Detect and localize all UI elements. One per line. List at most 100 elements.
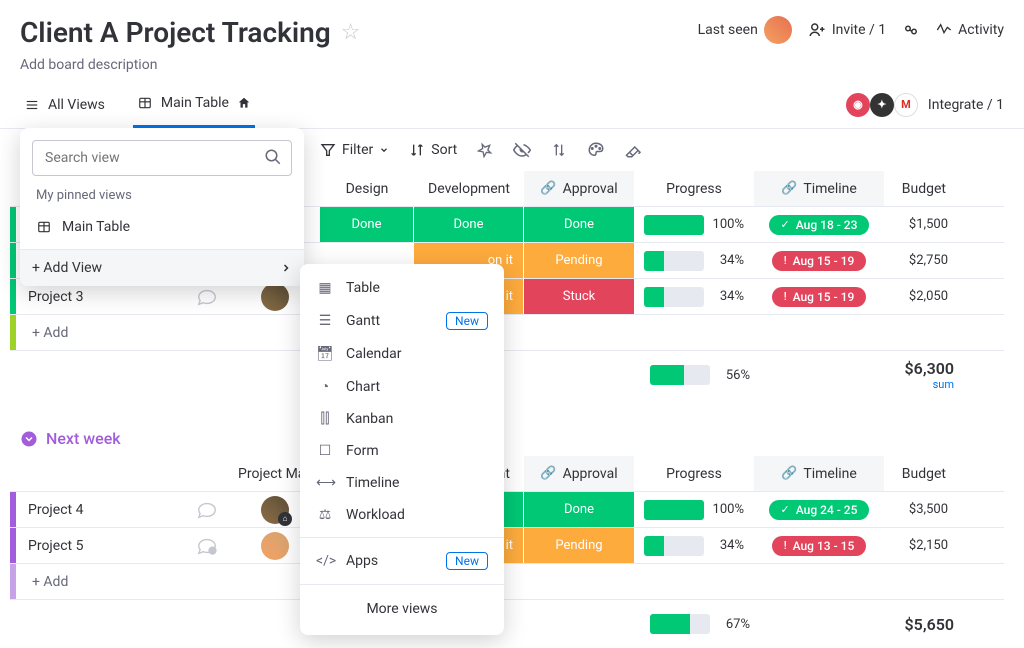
view-option-table[interactable]: ▦ Table <box>300 272 504 304</box>
approval-cell[interactable]: Done <box>524 207 634 242</box>
view-option-apps[interactable]: </> Apps New <box>300 544 504 578</box>
gmail-icon: M <box>894 93 918 117</box>
add-view-menu: ▦ Table ☰ Gantt New 📅︎ Calendar ◔ Chart … <box>300 264 504 635</box>
group-header[interactable]: Next week <box>20 429 1004 448</box>
table-row[interactable]: Project 4 ⌂ Done 100% ✓Aug 24 - 25 $3,50… <box>10 492 1004 528</box>
view-option-workload[interactable]: ⚖ Workload <box>300 499 504 531</box>
sort-button[interactable]: Sort <box>409 142 457 158</box>
chat-icon[interactable]: 1 <box>196 535 218 557</box>
sort-label: Sort <box>431 142 457 158</box>
col-budget[interactable]: Budget <box>884 466 954 482</box>
chat-icon[interactable] <box>196 286 218 308</box>
progress-cell[interactable]: 34% <box>634 536 754 556</box>
star-icon[interactable]: ☆ <box>341 20 361 45</box>
all-views-label: All Views <box>48 97 105 113</box>
timeline-cell[interactable]: !Aug 15 - 19 <box>754 287 884 307</box>
budget-cell[interactable]: $3,500 <box>884 502 954 517</box>
pinned-view-item[interactable]: Main Table <box>32 211 292 243</box>
project-name[interactable]: Project 5 <box>28 538 83 554</box>
timeline-cell[interactable]: ✓Aug 18 - 23 <box>754 215 884 235</box>
activity-button[interactable]: Activity <box>936 22 1004 38</box>
col-design[interactable]: Design <box>320 181 414 197</box>
add-item-row[interactable]: + Add <box>10 315 1004 351</box>
summary-progress: 56% <box>640 365 760 385</box>
col-progress[interactable]: Progress <box>634 466 754 482</box>
menu-separator <box>300 537 504 538</box>
home-badge-icon: ⌂ <box>278 512 292 526</box>
filter-label: Filter <box>342 142 373 158</box>
form-icon: ☐ <box>316 443 334 459</box>
invite-label: Invite / 1 <box>832 22 886 38</box>
automations-icon[interactable] <box>902 21 920 39</box>
view-option-form[interactable]: ☐ Form <box>300 435 504 467</box>
budget-cell[interactable]: $2,150 <box>884 538 954 553</box>
approval-cell[interactable]: Stuck <box>524 279 634 314</box>
add-item-row[interactable]: + Add <box>10 564 1004 600</box>
col-timeline[interactable]: 🔗 Timeline <box>754 171 884 206</box>
approval-cell[interactable]: Pending <box>524 243 634 278</box>
code-icon: </> <box>316 553 334 569</box>
board-description[interactable]: Add board description <box>20 57 360 73</box>
col-development[interactable]: Development <box>414 181 524 197</box>
group-name: Next week <box>46 429 121 448</box>
table-icon: ▦ <box>316 280 334 296</box>
menu-separator <box>300 584 504 585</box>
integration-badges[interactable]: ◉ ✦ M <box>846 93 918 117</box>
view-option-gantt[interactable]: ☰ Gantt New <box>300 304 504 338</box>
col-progress[interactable]: Progress <box>634 181 754 197</box>
project-name[interactable]: Project 3 <box>28 289 83 305</box>
table-row[interactable]: Project 5 1 on it Pending 34% !Aug 13 - … <box>10 528 1004 564</box>
col-budget[interactable]: Budget <box>884 181 954 197</box>
activity-label: Activity <box>958 22 1004 38</box>
view-option-kanban[interactable]: ⫿⫿ Kanban <box>300 403 504 435</box>
integrate-label[interactable]: Integrate / 1 <box>928 97 1004 113</box>
approval-cell[interactable]: Done <box>524 492 634 527</box>
add-view-button[interactable]: + Add View <box>20 249 304 286</box>
add-item-label: + Add <box>16 574 68 590</box>
more-views-button[interactable]: More views <box>300 591 504 627</box>
timeline-icon: ⟷ <box>316 475 334 491</box>
col-timeline[interactable]: 🔗 Timeline <box>754 456 884 491</box>
hide-icon[interactable] <box>513 141 531 159</box>
color-icon[interactable] <box>587 141 605 159</box>
view-option-chart[interactable]: ◔ Chart <box>300 370 504 403</box>
eraser-icon[interactable] <box>625 141 643 159</box>
main-table-label: Main Table <box>161 95 229 111</box>
status-cell[interactable]: Done <box>414 207 524 242</box>
status-cell[interactable]: Done <box>320 207 414 242</box>
check-icon: ✓ <box>781 503 790 516</box>
filter-button[interactable]: Filter <box>320 142 389 158</box>
progress-cell[interactable]: 34% <box>634 287 754 307</box>
timeline-cell[interactable]: !Aug 15 - 19 <box>754 251 884 271</box>
invite-button[interactable]: Invite / 1 <box>808 21 886 39</box>
budget-cell[interactable]: $2,050 <box>884 289 954 304</box>
last-seen-button[interactable]: Last seen <box>698 16 792 44</box>
integration-icon-2: ✦ <box>870 93 894 117</box>
board-header: Client A Project Tracking ☆ Add board de… <box>0 0 1024 81</box>
budget-cell[interactable]: $2,750 <box>884 253 954 268</box>
column-headers: Project Ma ment 🔗 Approval Progress 🔗 Ti… <box>10 456 1004 492</box>
pin-icon[interactable] <box>477 142 493 158</box>
progress-value: 34% <box>712 538 744 553</box>
budget-cell[interactable]: $1,500 <box>884 217 954 232</box>
approval-cell[interactable]: Pending <box>524 528 634 563</box>
project-name[interactable]: Project 4 <box>28 502 83 518</box>
progress-cell[interactable]: 100% <box>634 215 754 235</box>
all-views-tab[interactable]: All Views <box>20 81 109 128</box>
col-approval[interactable]: 🔗 Approval <box>524 456 634 491</box>
progress-cell[interactable]: 100% <box>634 500 754 520</box>
timeline-cell[interactable]: !Aug 13 - 15 <box>754 536 884 556</box>
chat-icon[interactable] <box>196 499 218 521</box>
height-icon[interactable] <box>551 142 567 158</box>
search-view-input[interactable] <box>32 140 292 176</box>
board-title[interactable]: Client A Project Tracking <box>20 16 331 49</box>
progress-cell[interactable]: 34% <box>634 251 754 271</box>
main-table-tab[interactable]: Main Table <box>133 81 255 128</box>
view-option-timeline[interactable]: ⟷ Timeline <box>300 467 504 499</box>
add-item-label: + Add <box>16 325 68 341</box>
view-option-calendar[interactable]: 📅︎ Calendar <box>300 338 504 370</box>
col-approval[interactable]: 🔗 Approval <box>524 171 634 206</box>
link-icon: 🔗 <box>540 181 556 196</box>
timeline-cell[interactable]: ✓Aug 24 - 25 <box>754 500 884 520</box>
svg-text:1: 1 <box>211 548 214 554</box>
